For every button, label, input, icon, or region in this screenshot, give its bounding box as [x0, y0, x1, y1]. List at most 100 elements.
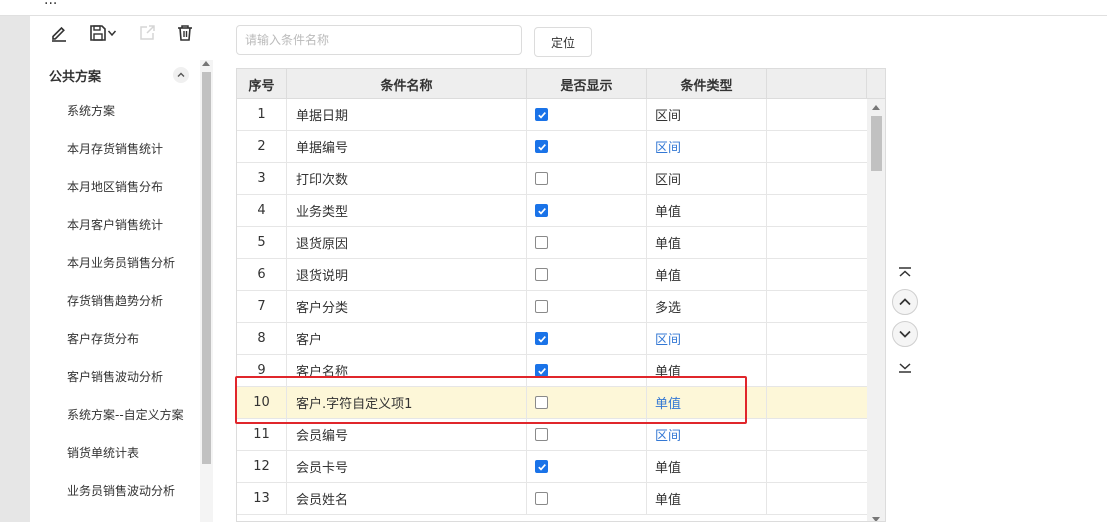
scheme-item[interactable]: 本月存货销售统计	[67, 139, 207, 177]
scheme-item[interactable]: 系统方案--自定义方案	[67, 405, 207, 443]
condition-type-cell[interactable]: 区间	[647, 163, 767, 194]
condition-type-value[interactable]: 单值	[655, 393, 681, 412]
export-button[interactable]	[136, 22, 158, 44]
condition-type-cell[interactable]: 单值	[647, 355, 767, 386]
header-condition-type[interactable]: 条件类型	[647, 69, 767, 99]
scrollbar-thumb[interactable]	[202, 72, 211, 464]
condition-type-cell[interactable]: 单值	[647, 451, 767, 482]
extra-cell	[767, 323, 867, 354]
table-row[interactable]: 9 客户名称 单值	[237, 355, 867, 387]
table-row[interactable]: 12 会员卡号 单值	[237, 451, 867, 483]
edit-button[interactable]	[48, 22, 70, 44]
table-row[interactable]: 8 客户 区间	[237, 323, 867, 355]
table-row[interactable]: 3 打印次数 区间	[237, 163, 867, 195]
condition-name-cell[interactable]: 会员姓名	[287, 483, 527, 514]
condition-type-cell[interactable]: 单值	[647, 483, 767, 514]
show-checkbox[interactable]	[535, 332, 548, 345]
scheme-list-scrollbar[interactable]	[200, 60, 213, 522]
show-checkbox[interactable]	[535, 268, 548, 281]
condition-type-value: 单值	[655, 205, 682, 220]
table-row[interactable]: 10 客户.字符自定义项1 单值	[237, 387, 867, 419]
header-condition-name[interactable]: 条件名称	[287, 69, 527, 99]
show-checkbox[interactable]	[535, 204, 548, 217]
show-checkbox[interactable]	[535, 396, 548, 409]
condition-type-value[interactable]: 区间	[655, 137, 681, 156]
delete-button[interactable]	[174, 22, 196, 44]
scheme-item[interactable]: 业务员销售波动分析	[67, 481, 207, 519]
condition-name-cell[interactable]: 客户分类	[287, 291, 527, 322]
condition-search-input[interactable]	[236, 25, 522, 55]
header-is-shown[interactable]: 是否显示	[527, 69, 647, 99]
condition-settings-dialog: 公共方案 系统方案 本月存货销售统计 本月地区销售分布 本月客户销售统计 本月业务员销售…	[30, 16, 1107, 522]
scheme-item[interactable]: 销货单统计表	[67, 443, 207, 481]
show-checkbox[interactable]	[535, 236, 548, 249]
scrollbar-thumb[interactable]	[871, 116, 882, 171]
scheme-item[interactable]: 存货销售趋势分析	[67, 291, 207, 329]
condition-type-cell[interactable]: 单值	[647, 259, 767, 290]
collapse-button[interactable]	[173, 67, 189, 83]
condition-type-cell[interactable]: 单值	[647, 195, 767, 226]
show-checkbox[interactable]	[535, 364, 548, 377]
chevron-down-icon[interactable]	[107, 28, 117, 38]
condition-name-cell[interactable]: 打印次数	[287, 163, 527, 194]
condition-name-cell[interactable]: 客户.字符自定义项1	[287, 387, 527, 418]
move-to-top-button[interactable]	[892, 260, 918, 286]
move-down-button[interactable]	[892, 321, 918, 347]
show-checkbox[interactable]	[535, 172, 548, 185]
condition-type-cell[interactable]: 多选	[647, 291, 767, 322]
table-row[interactable]: 6 退货说明 单值	[237, 259, 867, 291]
show-checkbox[interactable]	[535, 460, 548, 473]
condition-type-cell[interactable]: 区间	[647, 419, 767, 450]
condition-name-cell[interactable]: 业务类型	[287, 195, 527, 226]
condition-name-cell[interactable]: 单据日期	[287, 99, 527, 130]
scheme-item[interactable]: 本月客户销售统计	[67, 215, 207, 253]
condition-type-value[interactable]: 区间	[655, 329, 681, 348]
scheme-item[interactable]: 客户销售波动分析	[67, 367, 207, 405]
move-to-bottom-button[interactable]	[892, 354, 918, 380]
extra-cell	[767, 227, 867, 258]
condition-name-cell[interactable]: 会员卡号	[287, 451, 527, 482]
scroll-down-arrow-icon[interactable]	[872, 517, 880, 521]
header-no[interactable]: 序号	[237, 69, 287, 99]
condition-name-cell[interactable]: 会员编号	[287, 419, 527, 450]
move-up-button[interactable]	[892, 289, 918, 315]
is-shown-cell	[527, 99, 647, 130]
condition-type-cell[interactable]: 区间	[647, 323, 767, 354]
public-scheme-group-header[interactable]: 公共方案	[49, 60, 189, 90]
move-top-icon	[899, 267, 911, 277]
show-checkbox[interactable]	[535, 492, 548, 505]
table-row[interactable]: 13 会员姓名 单值	[237, 483, 867, 515]
save-button[interactable]	[86, 22, 120, 44]
scroll-up-arrow-icon[interactable]	[872, 105, 880, 110]
condition-type-value[interactable]: 区间	[655, 425, 681, 444]
condition-type-cell[interactable]: 单值	[647, 387, 767, 418]
table-row[interactable]: 1 单据日期 区间	[237, 99, 867, 131]
show-checkbox[interactable]	[535, 300, 548, 313]
scheme-item[interactable]: 本月业务员销售分析	[67, 253, 207, 291]
condition-name-cell[interactable]: 单据编号	[287, 131, 527, 162]
locate-button[interactable]: 定位	[534, 27, 592, 57]
table-row[interactable]: 5 退货原因 单值	[237, 227, 867, 259]
condition-name-cell[interactable]: 客户	[287, 323, 527, 354]
table-row[interactable]: 4 业务类型 单值	[237, 195, 867, 227]
scheme-item[interactable]: 系统方案	[67, 101, 207, 139]
condition-name-cell[interactable]: 客户名称	[287, 355, 527, 386]
scheme-item[interactable]: 本月地区销售分布	[67, 177, 207, 215]
table-row[interactable]: 2 单据编号 区间	[237, 131, 867, 163]
show-checkbox[interactable]	[535, 108, 548, 121]
show-checkbox[interactable]	[535, 140, 548, 153]
condition-name-cell[interactable]: 退货说明	[287, 259, 527, 290]
condition-type-cell[interactable]: 单值	[647, 227, 767, 258]
table-row[interactable]: 11 会员编号 区间	[237, 419, 867, 451]
table-row[interactable]: 7 客户分类 多选	[237, 291, 867, 323]
group-title: 公共方案	[49, 69, 102, 85]
show-checkbox[interactable]	[535, 428, 548, 441]
scheme-item[interactable]: 客户存货分布	[67, 329, 207, 367]
condition-type-cell[interactable]: 区间	[647, 131, 767, 162]
condition-type-cell[interactable]: 区间	[647, 99, 767, 130]
grid-scrollbar[interactable]	[867, 99, 885, 521]
scroll-up-arrow-icon[interactable]	[202, 61, 210, 66]
condition-name-cell[interactable]: 退货原因	[287, 227, 527, 258]
extra-cell	[767, 163, 867, 194]
extra-cell	[767, 451, 867, 482]
